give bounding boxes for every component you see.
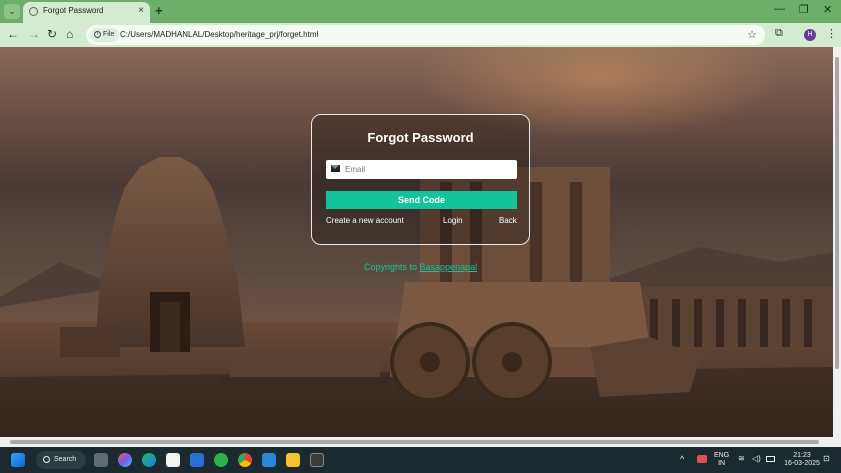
copyright-text: Copyrights to Basappenapal xyxy=(364,262,477,272)
horizontal-scrollbar[interactable] xyxy=(0,437,841,447)
browser-toolbar: ← → ↻ ⌂ i File C:/Users/MADHANLAL/Desktop… xyxy=(0,23,841,47)
copyright-prefix: Copyrights to xyxy=(364,262,418,272)
send-code-button[interactable]: Send Code xyxy=(326,191,517,209)
active-tab[interactable]: Forgot Password × xyxy=(23,2,150,23)
language-indicator[interactable]: ENG IN xyxy=(714,452,729,468)
clock-date: 16-03-2025 xyxy=(784,460,820,467)
close-tab-icon[interactable]: × xyxy=(138,5,144,16)
new-tab-button[interactable]: + xyxy=(155,3,163,18)
address-bar[interactable]: i File C:/Users/MADHANLAL/Desktop/heritag… xyxy=(86,25,765,45)
info-icon: i xyxy=(94,30,101,38)
close-window-icon[interactable]: ✕ xyxy=(823,3,832,16)
form-title: Forgot Password xyxy=(367,130,474,145)
store-icon[interactable] xyxy=(166,453,180,467)
terminal-icon[interactable] xyxy=(310,453,324,467)
kebab-menu-icon[interactable]: ⋮ xyxy=(826,27,837,40)
back-link[interactable]: Back xyxy=(499,216,517,225)
file-explorer-icon[interactable] xyxy=(286,453,300,467)
tab-search-menu[interactable]: ⌄ xyxy=(4,4,20,19)
file-chip-label: File xyxy=(103,31,115,38)
chrome-icon[interactable] xyxy=(238,453,252,467)
tray-chevron-icon[interactable]: ^ xyxy=(680,455,684,464)
whatsapp-icon[interactable] xyxy=(214,453,228,467)
site-info-chip[interactable]: i File xyxy=(90,28,119,42)
forward-arrow-icon[interactable]: → xyxy=(28,27,40,41)
forgot-password-form: Forgot Password Send Code Create a new a… xyxy=(311,114,530,245)
taskbar-search[interactable]: Search xyxy=(36,451,86,469)
taskbar-search-label: Search xyxy=(54,456,77,463)
envelope-icon xyxy=(331,165,340,172)
bookmark-star-icon[interactable]: ☆ xyxy=(747,28,757,41)
restore-icon[interactable]: ❐ xyxy=(799,3,809,16)
tab-strip: ⌄ Forgot Password × + — ❐ ✕ xyxy=(0,0,841,23)
back-arrow-icon[interactable]: ← xyxy=(7,27,19,41)
tab-title: Forgot Password xyxy=(43,6,104,15)
clock[interactable]: 21:23 16-03-2025 xyxy=(782,452,822,468)
email-field-wrapper[interactable] xyxy=(326,160,517,179)
home-icon[interactable]: ⌂ xyxy=(66,27,73,41)
language-code: ENG xyxy=(714,452,730,459)
volume-icon[interactable]: ◁) xyxy=(752,455,761,463)
battery-icon[interactable] xyxy=(766,456,775,462)
profile-avatar[interactable]: H xyxy=(804,29,816,41)
news-icon[interactable] xyxy=(190,453,204,467)
vertical-scrollbar-thumb[interactable] xyxy=(835,57,839,369)
url-text[interactable]: C:/Users/MADHANLAL/Desktop/heritage_prj/… xyxy=(120,30,318,39)
onedrive-icon[interactable] xyxy=(697,455,707,463)
edge-icon[interactable] xyxy=(142,453,156,467)
vscode-icon[interactable] xyxy=(262,453,276,467)
login-link[interactable]: Login xyxy=(443,216,463,225)
notifications-icon[interactable]: ⊡ xyxy=(823,455,830,463)
globe-icon xyxy=(29,7,38,16)
copyright-author-link[interactable]: Basappenapal xyxy=(420,262,478,272)
horizontal-scrollbar-thumb[interactable] xyxy=(10,440,819,444)
extensions-icon[interactable]: ⧉ xyxy=(775,27,783,40)
create-account-link[interactable]: Create a new account xyxy=(326,216,404,225)
email-input[interactable] xyxy=(345,162,513,177)
windows-start-icon[interactable] xyxy=(11,453,25,467)
clock-time: 21:23 xyxy=(793,452,811,459)
copilot-icon[interactable] xyxy=(118,453,132,467)
minimize-icon[interactable]: — xyxy=(774,3,785,15)
search-icon xyxy=(43,456,50,463)
reload-icon[interactable]: ↻ xyxy=(47,27,57,41)
taskbar: Search ^ ENG IN ≋ ◁) 21:23 16-03-2025 ⊡ xyxy=(0,447,841,473)
task-view-icon[interactable] xyxy=(94,453,108,467)
wifi-icon[interactable]: ≋ xyxy=(738,455,745,463)
region-code: IN xyxy=(718,460,726,467)
vertical-scrollbar[interactable] xyxy=(833,47,841,437)
chevron-down-icon: ⌄ xyxy=(8,6,16,16)
